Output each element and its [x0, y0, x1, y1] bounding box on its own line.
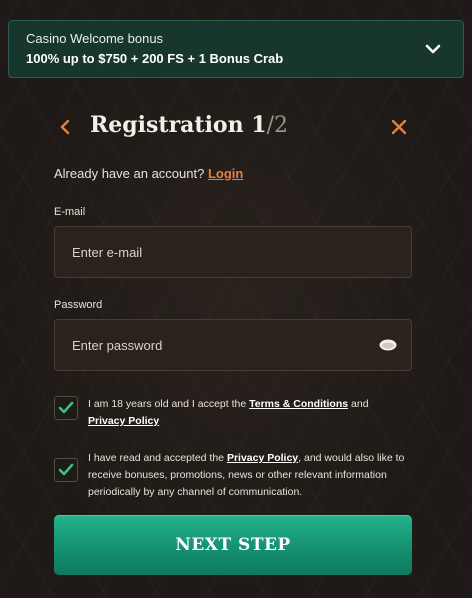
- terms-text-before: I am 18 years old and I accept the: [88, 398, 250, 410]
- email-input[interactable]: [72, 244, 362, 260]
- bonus-title: Casino Welcome bonus: [26, 31, 164, 46]
- password-label: Password: [54, 299, 103, 311]
- email-label: E-mail: [54, 206, 86, 218]
- welcome-bonus-banner[interactable]: Casino Welcome bonus 100% up to $750 + 2…: [8, 20, 464, 78]
- step-total: /2: [266, 113, 289, 138]
- password-field-container: [54, 319, 412, 371]
- login-link[interactable]: Login: [208, 166, 243, 181]
- terms-checkbox[interactable]: [54, 396, 78, 420]
- marketing-consent-text: I have read and accepted the Privacy Pol…: [88, 450, 412, 501]
- marketing-text-before: I have read and accepted the: [88, 452, 227, 464]
- eye-icon[interactable]: [378, 337, 398, 353]
- bonus-offer: 100% up to $750 + 200 FS + 1 Bonus Crab: [26, 51, 284, 66]
- terms-link[interactable]: Terms & Conditions: [249, 398, 348, 410]
- chevron-down-icon[interactable]: [417, 33, 449, 65]
- close-icon[interactable]: [390, 118, 408, 136]
- privacy-policy-link[interactable]: Privacy Policy: [88, 415, 159, 427]
- terms-consent-text: I am 18 years old and I accept the Terms…: [88, 396, 412, 430]
- email-field-container: [54, 226, 412, 278]
- step-current: 1: [251, 112, 267, 138]
- next-step-button[interactable]: NEXT STEP: [54, 515, 412, 575]
- terms-text-mid: and: [348, 398, 369, 410]
- marketing-checkbox[interactable]: [54, 458, 78, 482]
- login-prompt-text: Already have an account?: [54, 166, 205, 181]
- marketing-privacy-link[interactable]: Privacy Policy: [227, 452, 298, 464]
- checkmark-icon: [58, 401, 74, 414]
- chevron-left-icon[interactable]: [58, 118, 72, 136]
- page-title: Registration 1/2: [90, 112, 288, 138]
- password-input[interactable]: [72, 337, 362, 353]
- checkmark-icon: [58, 463, 74, 476]
- title-text: Registration: [90, 112, 244, 138]
- login-prompt: Already have an account? Login: [54, 166, 243, 181]
- registration-header: Registration 1/2: [54, 108, 412, 146]
